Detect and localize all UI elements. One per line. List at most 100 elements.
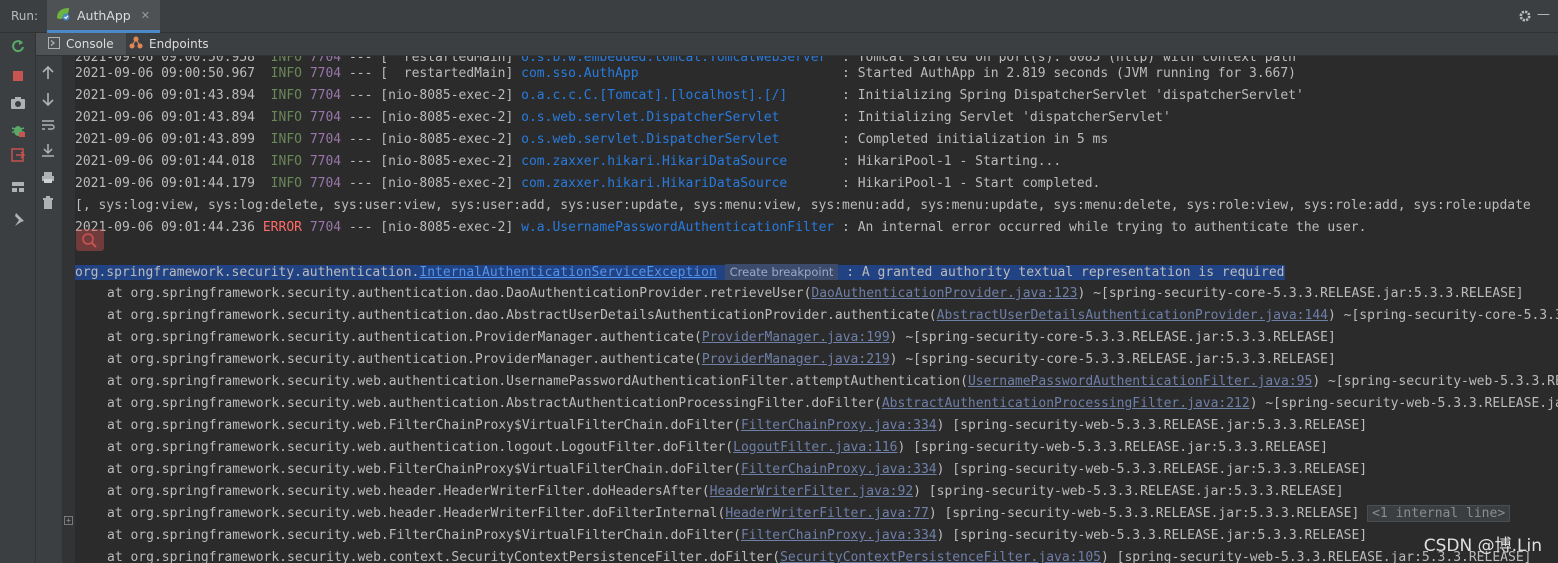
internal-lines-fold[interactable]: <1 internal line> bbox=[1367, 505, 1511, 522]
stack-jar: ) [spring-security-web-5.3.3.RELEASE.jar… bbox=[897, 440, 1328, 455]
gear-icon[interactable] bbox=[1518, 8, 1532, 22]
log-pid: 7704 bbox=[309, 154, 342, 169]
create-breakpoint-button[interactable]: Create breakpoint bbox=[724, 264, 839, 280]
stack-frame: at org.springframework.security.authenti… bbox=[107, 286, 812, 301]
log-thread: --- [nio-8085-exec-2] bbox=[348, 176, 514, 191]
print-icon[interactable] bbox=[40, 169, 56, 185]
stack-trace-line: at org.springframework.security.web.auth… bbox=[75, 371, 1558, 393]
log-thread: --- [nio-8085-exec-2] bbox=[348, 88, 514, 103]
stack-source-link[interactable]: SecurityContextPersistenceFilter.java:10… bbox=[780, 550, 1101, 563]
tab-console-label: Console bbox=[66, 37, 114, 51]
down-arrow-icon[interactable] bbox=[40, 91, 56, 107]
stack-jar: ) [spring-security-web-5.3.3.RELEASE.jar… bbox=[928, 506, 1360, 521]
stop-icon[interactable] bbox=[10, 68, 26, 84]
log-pid: 7704 bbox=[310, 56, 341, 63]
run-tab-authapp[interactable]: AuthApp ✕ bbox=[47, 0, 160, 33]
run-toolwindow-header: Run: AuthApp ✕ — bbox=[0, 0, 1558, 33]
run-toolbar bbox=[0, 33, 36, 563]
stack-source-link[interactable]: FilterChainProxy.java:334 bbox=[741, 418, 937, 433]
log-level: INFO bbox=[270, 88, 302, 103]
permissions-line: [, sys:log:view, sys:log:delete, sys:use… bbox=[75, 198, 1531, 213]
log-logger: o.a.c.c.C.[Tomcat].[localhost].[/] bbox=[521, 88, 835, 103]
exit-icon[interactable] bbox=[10, 147, 26, 163]
stack-frame: at org.springframework.security.authenti… bbox=[107, 330, 702, 345]
stack-source-link[interactable]: AbstractAuthenticationProcessingFilter.j… bbox=[882, 396, 1250, 411]
stack-trace-line: at org.springframework.security.web.auth… bbox=[75, 437, 1558, 459]
scroll-to-end-icon[interactable] bbox=[40, 142, 56, 158]
soft-wrap-icon[interactable] bbox=[40, 117, 56, 133]
stack-source-link[interactable]: HeaderWriterFilter.java:92 bbox=[710, 484, 914, 499]
stack-frame: at org.springframework.security.web.Filt… bbox=[107, 462, 741, 477]
stack-source-link[interactable]: AbstractUserDetailsAuthenticationProvide… bbox=[937, 308, 1328, 323]
expand-fold-icon[interactable]: + bbox=[64, 516, 73, 525]
stack-source-link[interactable]: UsernamePasswordAuthenticationFilter.jav… bbox=[968, 374, 1312, 389]
log-line: 2021-09-06 09:01:43.899 INFO 7704 --- [n… bbox=[75, 129, 1558, 151]
log-message: : Initializing Servlet 'dispatcherServle… bbox=[834, 110, 1171, 125]
log-logger: com.zaxxer.hikari.HikariDataSource bbox=[521, 176, 835, 191]
magnifier-icon bbox=[76, 229, 104, 251]
run-label: Run: bbox=[11, 9, 39, 23]
trash-icon[interactable] bbox=[40, 195, 56, 211]
log-timestamp: 2021-09-06 09:01:43.894 bbox=[75, 110, 256, 125]
stack-trace-line: at org.springframework.security.web.auth… bbox=[75, 393, 1558, 415]
watermark: CSDN @博.Lin bbox=[1423, 536, 1542, 556]
stack-trace-line: at org.springframework.security.web.cont… bbox=[75, 547, 1558, 563]
log-thread: --- [nio-8085-exec-2] bbox=[348, 132, 514, 147]
stack-source-link[interactable]: HeaderWriterFilter.java:77 bbox=[725, 506, 929, 521]
tab-console[interactable]: Console bbox=[36, 33, 126, 55]
stack-frame: at org.springframework.security.web.Filt… bbox=[107, 418, 741, 433]
log-level: ERROR bbox=[262, 220, 302, 235]
log-message: : HikariPool-1 - Start completed. bbox=[834, 176, 1101, 191]
console-output[interactable]: 2021-09-06 09:00:50.958 INFO 7704 --- [ … bbox=[62, 56, 1558, 563]
log-level: INFO bbox=[270, 110, 302, 125]
stack-frame: at org.springframework.security.authenti… bbox=[107, 352, 702, 367]
exception-highlight: org.springframework.security.authenticat… bbox=[75, 264, 1285, 280]
stack-source-link[interactable]: FilterChainProxy.java:334 bbox=[741, 462, 937, 477]
stack-jar: ) [spring-security-web-5.3.3.RELEASE.jar… bbox=[913, 484, 1344, 499]
exception-class-link[interactable]: InternalAuthenticationServiceException bbox=[419, 265, 716, 280]
log-level: INFO bbox=[270, 132, 302, 147]
log-line: 2021-09-06 09:01:43.894 INFO 7704 --- [n… bbox=[75, 85, 1558, 107]
stack-source-link[interactable]: ProviderManager.java:199 bbox=[702, 330, 890, 345]
close-icon[interactable]: ✕ bbox=[141, 9, 150, 22]
log-line: 2021-09-06 09:00:50.967 INFO 7704 --- [ … bbox=[75, 63, 1558, 85]
stack-trace-line: at org.springframework.security.authenti… bbox=[75, 349, 1558, 371]
log-timestamp: 2021-09-06 09:01:43.899 bbox=[75, 132, 256, 147]
stack-trace-line: at org.springframework.security.authenti… bbox=[75, 327, 1558, 349]
log-pid: 7704 bbox=[309, 110, 342, 125]
debug-bug-icon[interactable] bbox=[10, 122, 26, 138]
console-toolbar bbox=[36, 56, 62, 563]
log-message: : Initializing Spring DispatcherServlet … bbox=[834, 88, 1304, 103]
up-arrow-icon[interactable] bbox=[40, 65, 56, 81]
log-timestamp: 2021-09-06 09:01:44.179 bbox=[75, 176, 256, 191]
stack-jar: ) [spring-security-web-5.3.3.RELEASE.jar… bbox=[936, 418, 1368, 433]
tab-endpoints[interactable]: Endpoints bbox=[129, 33, 209, 55]
stack-trace-line: at org.springframework.security.web.Filt… bbox=[75, 459, 1558, 481]
log-level: INFO bbox=[270, 66, 302, 81]
log-thread: --- [nio-8085-exec-2] bbox=[348, 154, 514, 169]
screenshot-camera-icon[interactable] bbox=[10, 95, 26, 111]
rerun-icon[interactable] bbox=[10, 38, 26, 54]
log-thread: --- [nio-8085-exec-2] bbox=[348, 110, 514, 125]
stack-source-link[interactable]: DaoAuthenticationProvider.java:123 bbox=[811, 286, 1077, 301]
stack-source-link[interactable]: ProviderManager.java:219 bbox=[702, 352, 890, 367]
console-subtabs: Console Endpoints bbox=[36, 33, 1558, 56]
log-message: : An internal error occurred while tryin… bbox=[834, 220, 1367, 235]
log-pid: 7704 bbox=[309, 220, 342, 235]
pin-icon[interactable] bbox=[10, 211, 26, 227]
stack-jar: ) ~[spring-security-web-5.3.3.RELEASE.ja… bbox=[1249, 396, 1558, 411]
log-level: INFO bbox=[270, 154, 302, 169]
log-message: : Started AuthApp in 2.819 seconds (JVM … bbox=[834, 66, 1297, 81]
log-timestamp: 2021-09-06 09:01:44.018 bbox=[75, 154, 256, 169]
stack-trace-line: at org.springframework.security.web.Filt… bbox=[75, 415, 1558, 437]
stack-source-link[interactable]: FilterChainProxy.java:334 bbox=[741, 528, 937, 543]
stack-trace-line: at org.springframework.security.authenti… bbox=[75, 305, 1558, 327]
layout-icon[interactable] bbox=[10, 179, 26, 195]
log-level: INFO bbox=[270, 176, 302, 191]
log-message: : Completed initialization in 5 ms bbox=[834, 132, 1109, 147]
log-logger: o.s.web.servlet.DispatcherServlet bbox=[521, 132, 835, 147]
log-logger: com.sso.AuthApp bbox=[521, 66, 835, 81]
stack-source-link[interactable]: LogoutFilter.java:116 bbox=[733, 440, 897, 455]
minimize-icon[interactable]: — bbox=[1537, 7, 1550, 22]
